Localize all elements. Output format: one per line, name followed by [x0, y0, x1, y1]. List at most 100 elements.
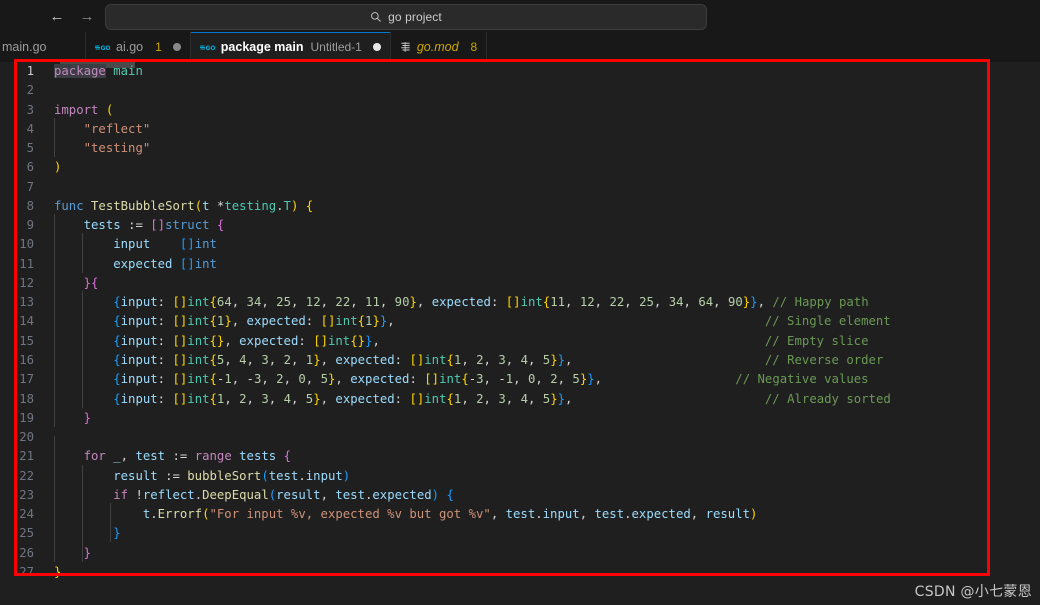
code-line: 19 } [0, 409, 1040, 428]
line-content[interactable]: "testing" [34, 139, 1040, 158]
line-content[interactable]: expected []int [34, 255, 1040, 274]
line-content[interactable]: result := bubbleSort(test.input) [34, 467, 1040, 486]
line-content[interactable]: package main [34, 62, 1040, 81]
inline-comment: // Already sorted [765, 392, 891, 406]
search-input[interactable]: go project [105, 4, 707, 30]
code-lines: 1package main 2 3import ( 4 "reflect" 5 … [0, 62, 1040, 582]
line-number: 15 [0, 332, 34, 351]
line-number: 1 [0, 62, 34, 81]
inline-comment: // Empty slice [765, 334, 869, 348]
line-number: 7 [0, 178, 34, 197]
line-content[interactable]: {input: []int{1, 2, 3, 4, 5}, expected: … [34, 390, 1040, 409]
editor-tab-bar: main.go GO ai.go 1 GO package main Untit… [0, 32, 1040, 63]
line-content[interactable]: } [34, 563, 1040, 582]
line-number: 10 [0, 235, 34, 254]
go-mod-icon [400, 41, 411, 53]
search-value: go project [388, 10, 442, 24]
line-number: 17 [0, 370, 34, 389]
navigation-buttons: ← → [44, 5, 100, 27]
code-line: 21 for _, test := range tests { [0, 447, 1040, 466]
code-line: 4 "reflect" [0, 120, 1040, 139]
tab-ai-go[interactable]: GO ai.go 1 [86, 32, 191, 62]
line-number: 3 [0, 101, 34, 120]
line-number: 23 [0, 486, 34, 505]
line-number: 25 [0, 524, 34, 543]
line-content[interactable]: t.Errorf("For input %v, expected %v but … [34, 505, 1040, 524]
code-line: 10 input []int [0, 235, 1040, 254]
code-line: 5 "testing" [0, 139, 1040, 158]
code-line: 2 [0, 81, 1040, 100]
line-content[interactable]: import ( [34, 101, 1040, 120]
code-line: 23 if !reflect.DeepEqual(result, test.ex… [0, 486, 1040, 505]
tab-label-go-mod: go.mod [417, 40, 459, 54]
inline-comment: // Negative values [735, 372, 868, 386]
line-number: 8 [0, 197, 34, 216]
code-line: 16 {input: []int{5, 4, 3, 2, 1}, expecte… [0, 351, 1040, 370]
tab-label-package-main: package main [221, 40, 304, 54]
code-line: 12 }{ [0, 274, 1040, 293]
code-line: 11 expected []int [0, 255, 1040, 274]
tab-main-go[interactable]: main.go [0, 32, 86, 62]
code-line: 25 } [0, 524, 1040, 543]
line-content[interactable]: {input: []int{5, 4, 3, 2, 1}, expected: … [34, 351, 1040, 370]
tab-package-main[interactable]: GO package main Untitled-1 [191, 32, 391, 62]
line-number: 18 [0, 390, 34, 409]
line-number: 11 [0, 255, 34, 274]
tab-badge-ai-go: 1 [155, 40, 162, 54]
go-file-icon: GO [95, 42, 110, 53]
tab-label-ai-go: ai.go [116, 40, 143, 54]
inline-comment: // Single element [765, 314, 891, 328]
line-number: 24 [0, 505, 34, 524]
line-content[interactable]: tests := []struct { [34, 216, 1040, 235]
line-content[interactable]: for _, test := range tests { [34, 447, 1040, 466]
code-line: 6) [0, 158, 1040, 177]
line-number: 9 [0, 216, 34, 235]
code-line: 22 result := bubbleSort(test.input) [0, 467, 1040, 486]
title-bar: ← → go project [0, 0, 1040, 32]
line-number: 6 [0, 158, 34, 177]
code-line: 14 {input: []int{1}, expected: []int{1}}… [0, 312, 1040, 331]
forward-arrow-icon[interactable]: → [74, 5, 100, 27]
code-line: 8func TestBubbleSort(t *testing.T) { [0, 197, 1040, 216]
tab-label-main-go: main.go [2, 40, 46, 54]
tab-dirty-indicator[interactable] [373, 43, 381, 51]
code-line: 9 tests := []struct { [0, 216, 1040, 235]
code-line: 13 {input: []int{64, 34, 25, 12, 22, 11,… [0, 293, 1040, 312]
line-number: 4 [0, 120, 34, 139]
line-number: 14 [0, 312, 34, 331]
tab-go-mod[interactable]: go.mod 8 [391, 32, 487, 62]
line-content[interactable]: }{ [34, 274, 1040, 293]
line-content[interactable]: {input: []int{1}, expected: []int{1}}, /… [34, 312, 1040, 331]
tab-dirty-indicator[interactable] [173, 43, 181, 51]
line-content[interactable]: input []int [34, 235, 1040, 254]
line-content[interactable]: {input: []int{}, expected: []int{}}, // … [34, 332, 1040, 351]
line-number: 27 [0, 563, 34, 582]
search-icon [370, 11, 382, 23]
code-line: 15 {input: []int{}, expected: []int{}}, … [0, 332, 1040, 351]
code-line: 1package main [0, 62, 1040, 81]
line-content[interactable]: "reflect" [34, 120, 1040, 139]
code-line: 27} [0, 563, 1040, 582]
code-line: 17 {input: []int{-1, -3, 2, 0, 5}, expec… [0, 370, 1040, 389]
line-content[interactable]: func TestBubbleSort(t *testing.T) { [34, 197, 1040, 216]
back-arrow-icon[interactable]: ← [44, 5, 70, 27]
code-line: 26 } [0, 544, 1040, 563]
svg-text:GO: GO [101, 45, 111, 52]
line-number: 2 [0, 81, 34, 100]
code-editor[interactable]: 1package main 2 3import ( 4 "reflect" 5 … [0, 62, 1040, 584]
line-content[interactable]: if !reflect.DeepEqual(result, test.expec… [34, 486, 1040, 505]
line-number: 22 [0, 467, 34, 486]
line-content[interactable]: {input: []int{64, 34, 25, 12, 22, 11, 90… [34, 293, 1040, 312]
line-content[interactable]: } [34, 524, 1040, 543]
line-number: 5 [0, 139, 34, 158]
code-line: 24 t.Errorf("For input %v, expected %v b… [0, 505, 1040, 524]
line-content[interactable]: {input: []int{-1, -3, 2, 0, 5}, expected… [34, 370, 1040, 389]
line-number: 21 [0, 447, 34, 466]
tab-badge-go-mod: 8 [471, 40, 478, 54]
code-line: 18 {input: []int{1, 2, 3, 4, 5}, expecte… [0, 390, 1040, 409]
line-content[interactable]: } [34, 544, 1040, 563]
line-number: 26 [0, 544, 34, 563]
inline-comment: // Reverse order [765, 353, 883, 367]
line-content[interactable]: ) [34, 158, 1040, 177]
line-content[interactable]: } [34, 409, 1040, 428]
